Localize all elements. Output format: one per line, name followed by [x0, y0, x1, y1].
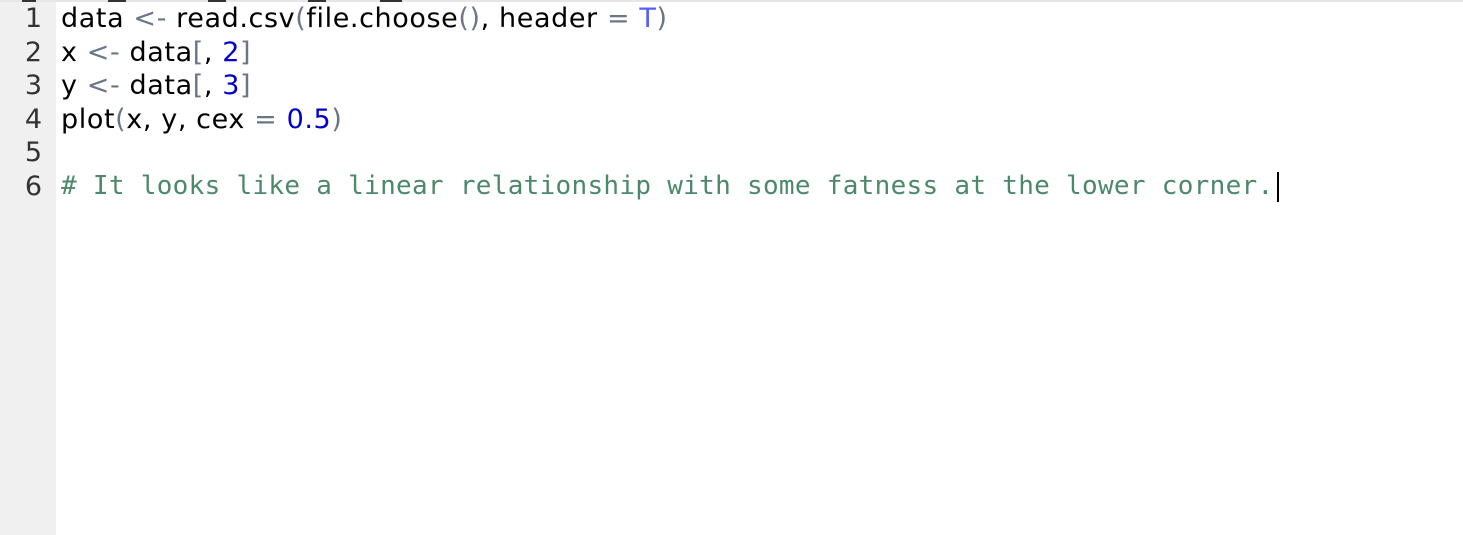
line-number-gutter: 1 2 3 4 5 6	[0, 2, 56, 535]
code-bracket: ()	[458, 3, 481, 34]
code-bracket: )	[331, 103, 343, 135]
code-editor[interactable]: 1 2 3 4 5 6 data <- read.csv(file.choose…	[0, 0, 1463, 535]
code-number: 3	[222, 70, 241, 102]
line-number: 3	[24, 70, 42, 102]
code-line[interactable]: # It looks like a linear relationship wi…	[61, 170, 1280, 204]
code-identifier: read.csv	[166, 3, 296, 34]
code-identifier: data	[61, 3, 134, 34]
code-identifier: y	[61, 70, 87, 102]
code-operator: =	[254, 103, 278, 135]
code-bracket: )	[656, 3, 668, 34]
code-bracket: (	[295, 3, 307, 34]
code-identifier: data	[120, 70, 193, 102]
code-operator: <-	[133, 3, 167, 34]
code-identifier: data	[120, 36, 193, 68]
code-number: 2	[222, 36, 241, 68]
line-number: 4	[24, 103, 42, 135]
code-line[interactable]: y <- data[, 3]	[61, 69, 251, 103]
code-line[interactable]: data <- read.csv(file.choose(), header =…	[61, 2, 668, 36]
code-bracket: [	[192, 36, 204, 68]
code-identifier: , header	[480, 3, 607, 34]
code-identifier: ,	[203, 70, 223, 102]
line-number: 5	[24, 137, 42, 169]
code-constant: T	[639, 3, 657, 34]
code-comment: # It looks like a linear relationship wi…	[61, 171, 1274, 201]
code-operator: <-	[86, 36, 121, 68]
code-bracket: (	[115, 103, 127, 135]
line-number: 6	[24, 171, 42, 202]
line-number: 1	[24, 3, 42, 34]
code-identifier: ,	[203, 36, 223, 68]
text-cursor	[1277, 171, 1280, 202]
code-line[interactable]: plot(x, y, cex = 0.5)	[61, 103, 342, 137]
code-identifier: file.choose	[306, 3, 459, 34]
code-bracket: [	[192, 70, 204, 102]
code-operator: <-	[86, 70, 121, 102]
code-operator: =	[606, 3, 631, 34]
code-identifier: plot	[61, 103, 116, 135]
line-number: 2	[24, 36, 42, 68]
code-bracket: ]	[240, 36, 252, 68]
code-bracket: ]	[240, 70, 252, 102]
code-number: 0.5	[286, 103, 332, 135]
code-identifier: x, y, cex	[126, 103, 255, 135]
code-identifier: x	[61, 36, 87, 68]
code-identifier	[277, 104, 286, 135]
code-identifier	[630, 3, 639, 34]
code-text-area[interactable]: data <- read.csv(file.choose(), header =…	[61, 2, 1463, 535]
code-line[interactable]: x <- data[, 2]	[61, 36, 251, 70]
